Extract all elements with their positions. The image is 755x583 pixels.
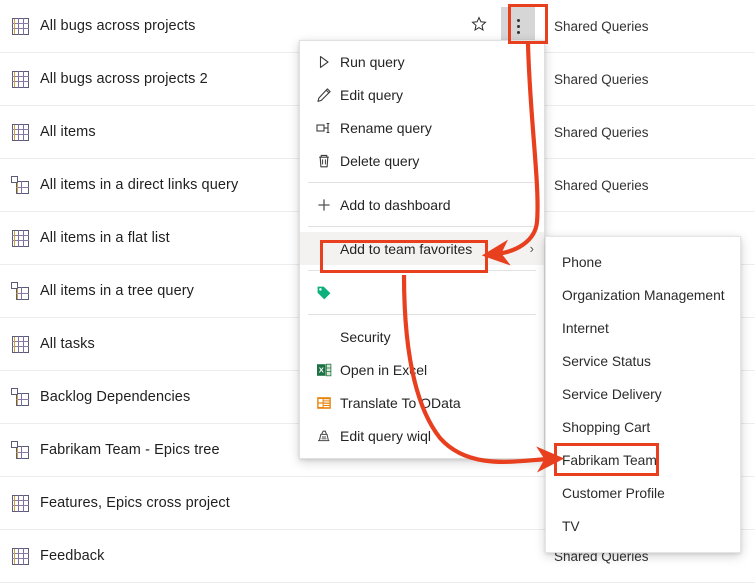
odata-icon xyxy=(317,396,331,409)
tag-icon xyxy=(317,286,331,299)
wiql-icon xyxy=(318,430,330,441)
menu-item-run-query[interactable]: Run query xyxy=(300,45,544,78)
menu-separator xyxy=(308,270,536,271)
submenu-item-organization-management[interactable]: Organization Management xyxy=(546,279,740,312)
menu-item-label: Edit query wiql xyxy=(340,427,432,444)
query-icon-cell xyxy=(0,123,40,141)
menu-item-label: Security xyxy=(340,328,391,345)
tree-query-icon xyxy=(10,281,29,300)
menu-item-icon xyxy=(308,197,340,213)
flat-query-icon xyxy=(11,123,29,141)
play-icon xyxy=(319,55,329,68)
svg-text:X: X xyxy=(319,365,324,374)
menu-item-add-to-team-favorites[interactable]: Add to team favorites › xyxy=(300,232,544,265)
menu-item-security[interactable]: Security xyxy=(300,320,544,353)
query-context-menu[interactable]: Run query Edit query Rename query Delete qu… xyxy=(299,40,545,459)
menu-separator xyxy=(308,182,536,183)
star-icon xyxy=(471,15,487,31)
query-icon-cell xyxy=(0,494,40,512)
query-icon-cell xyxy=(0,70,40,88)
pencil-icon xyxy=(317,87,331,102)
menu-item-edit-query-wiql[interactable]: Edit query wiql xyxy=(300,419,544,452)
rename-icon xyxy=(316,122,330,133)
trash-icon xyxy=(319,154,329,167)
menu-item-add-to-dashboard[interactable]: Add to dashboard xyxy=(300,188,544,221)
query-icon-cell xyxy=(0,335,40,353)
menu-item-open-in-excel[interactable]: X Open in Excel xyxy=(300,353,544,386)
submenu-item-service-delivery[interactable]: Service Delivery xyxy=(546,378,740,411)
flat-query-icon xyxy=(11,494,29,512)
submenu-item-service-status[interactable]: Service Status xyxy=(546,345,740,378)
menu-item-label: Edit query xyxy=(340,86,404,103)
menu-separator xyxy=(308,226,536,227)
query-name[interactable]: Feedback xyxy=(40,548,460,564)
menu-item-icon xyxy=(308,395,340,411)
menu-item-label: Delete query xyxy=(340,152,420,169)
menu-item-icon xyxy=(308,428,340,444)
query-icon-cell xyxy=(0,547,40,565)
favorite-star-cell xyxy=(460,15,498,37)
submenu-item-customer-profile[interactable]: Customer Profile xyxy=(546,477,740,510)
direct-links-query-icon xyxy=(10,175,29,194)
flat-query-icon xyxy=(11,17,29,35)
query-folder: Shared Queries xyxy=(554,71,649,87)
menu-item-edit-query[interactable]: Edit query xyxy=(300,78,544,111)
menu-item-tag-icon[interactable] xyxy=(300,276,544,309)
menu-item-translate-to-odata[interactable]: Translate To OData xyxy=(300,386,544,419)
menu-item-label: Rename query xyxy=(340,119,432,136)
query-name[interactable]: All bugs across projects xyxy=(40,18,460,34)
menu-item-icon xyxy=(308,285,340,301)
menu-item-label: Translate To OData xyxy=(340,394,461,411)
query-icon-cell xyxy=(0,229,40,247)
menu-item-delete-query[interactable]: Delete query xyxy=(300,144,544,177)
submenu-item-phone[interactable]: Phone xyxy=(546,246,740,279)
menu-item-icon xyxy=(308,54,340,70)
query-icon-cell xyxy=(0,17,40,35)
menu-item-icon xyxy=(308,120,340,136)
menu-item-icon xyxy=(308,153,340,169)
menu-item-label: Add to team favorites xyxy=(340,240,473,257)
menu-separator xyxy=(308,314,536,315)
flat-query-icon xyxy=(11,335,29,353)
menu-item-label: Add to dashboard xyxy=(340,196,451,213)
chevron-right-icon: › xyxy=(529,241,534,256)
flat-query-icon xyxy=(11,547,29,565)
excel-icon: X xyxy=(317,363,332,376)
direct-links-query-icon xyxy=(10,387,29,406)
flat-query-icon xyxy=(11,70,29,88)
query-folder: Shared Queries xyxy=(554,18,649,34)
menu-item-icon: X xyxy=(308,362,340,378)
query-name[interactable]: Features, Epics cross project xyxy=(40,495,460,511)
query-icon-cell xyxy=(0,387,40,406)
query-icon-cell xyxy=(0,175,40,194)
team-favorites-submenu[interactable]: Phone Organization Management Internet Serv… xyxy=(545,236,741,553)
query-folder: Shared Queries xyxy=(554,124,649,140)
flat-query-icon xyxy=(11,229,29,247)
query-icon-cell xyxy=(0,281,40,300)
query-folder: Shared Queries xyxy=(554,177,649,193)
favorite-star-button[interactable] xyxy=(471,15,487,37)
submenu-item-internet[interactable]: Internet xyxy=(546,312,740,345)
menu-item-rename-query[interactable]: Rename query xyxy=(300,111,544,144)
submenu-item-fabrikam-team[interactable]: Fabrikam Team xyxy=(546,444,740,477)
submenu-item-tv[interactable]: TV xyxy=(546,510,740,543)
menu-item-label: Run query xyxy=(340,53,405,70)
menu-item-label: Open in Excel xyxy=(340,361,428,378)
queries-page: All bugs across projects Shared Queries Al… xyxy=(0,0,755,583)
plus-icon xyxy=(318,198,330,211)
submenu-item-shopping-cart[interactable]: Shopping Cart xyxy=(546,411,740,444)
menu-item-icon xyxy=(308,87,340,103)
tree-query-icon xyxy=(10,440,29,459)
query-icon-cell xyxy=(0,440,40,459)
